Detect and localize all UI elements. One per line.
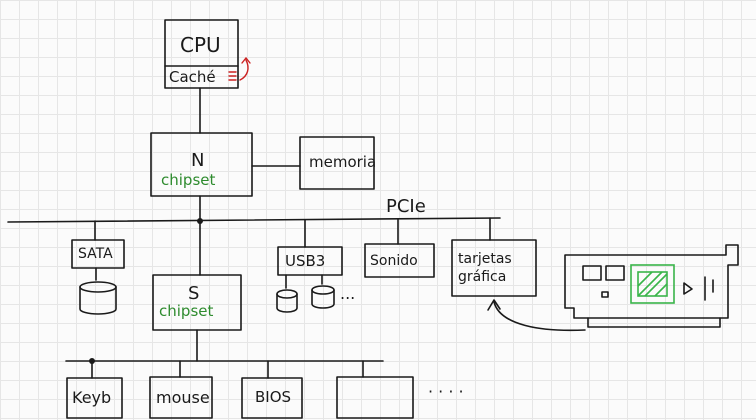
card-port-1 — [582, 265, 602, 281]
usb-disk-top — [276, 289, 298, 299]
sata-label: SATA — [78, 246, 113, 262]
cpu-label: CPU — [180, 33, 221, 57]
bios-label: BIOS — [255, 388, 292, 406]
usb-disk-top-2 — [311, 285, 335, 295]
usb3-label: USB3 — [285, 252, 326, 270]
sound-label: Sonido — [370, 253, 418, 269]
north-bridge-chipset-label: chipset — [161, 171, 216, 189]
cache-label: Caché — [169, 68, 216, 86]
mouse-label: mouse — [156, 388, 210, 407]
card-port-2 — [605, 265, 625, 281]
graphics-card-outline — [564, 244, 739, 328]
card-arrow-icon — [683, 282, 693, 295]
empty-device-box — [336, 376, 414, 419]
north-bridge-title: N — [191, 150, 205, 171]
card-to-graphics-arrow — [493, 301, 586, 332]
gpu-chip-hatch — [637, 271, 668, 297]
bus-junction-dot — [197, 218, 203, 224]
sata-disk-top — [79, 281, 117, 293]
arrowhead — [487, 299, 501, 311]
usb-more-label: ... — [340, 284, 356, 303]
card-small-chip — [601, 291, 609, 298]
graphics-label: tarjetas gráfica — [458, 251, 512, 286]
hand-drawn-diagram — [7, 19, 739, 419]
bottom-more-label: · · · · — [428, 382, 464, 401]
cache-arrow-icon — [239, 59, 249, 81]
south-bridge-title: S — [188, 283, 200, 304]
lowbus-junction-dot — [89, 358, 95, 364]
cache-hatch — [228, 71, 237, 81]
memory-label: memoria — [309, 153, 377, 171]
pcie-label: PCIe — [386, 196, 426, 217]
keyboard-label: Keyb — [72, 388, 112, 407]
south-bridge-chipset-label: chipset — [159, 302, 214, 320]
pcie-bus-line — [7, 217, 501, 223]
